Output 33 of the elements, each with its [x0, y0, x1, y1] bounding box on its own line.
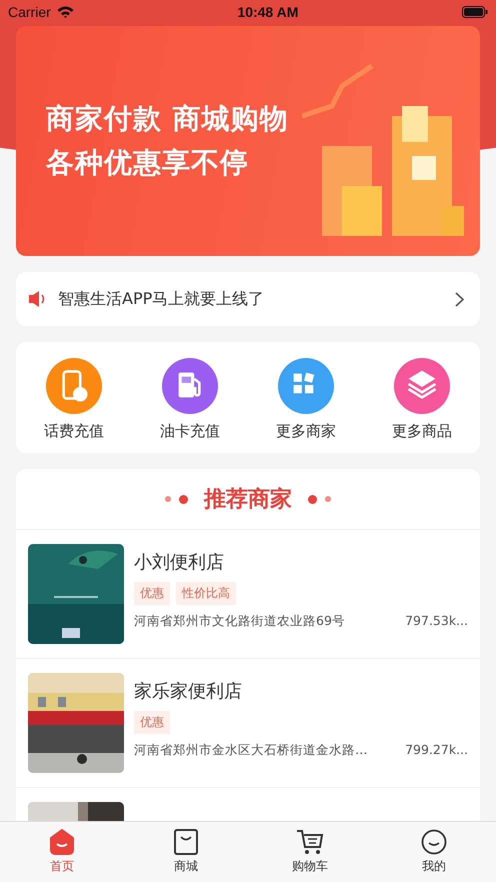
home-icon [49, 829, 75, 855]
bag-icon [173, 829, 199, 855]
section-title: 推荐商家 [204, 486, 292, 514]
battery-icon [462, 6, 488, 18]
store-address: 河南省郑州市文化路街道农业路69号 [134, 613, 345, 630]
store-name[interactable]: 家乐家便利店 [134, 679, 468, 703]
banner-headline: 商家付款 商城购物 [46, 101, 289, 137]
store-tag: 优惠 [134, 711, 170, 734]
smiley-icon [421, 829, 447, 855]
status-time: 10:48 AM [237, 4, 298, 20]
shortcut-button[interactable]: 更多商品 [364, 358, 480, 441]
store-tag: 性价比高 [176, 582, 236, 605]
tab-bar-item[interactable]: 首页 [0, 822, 124, 882]
store-distance: 799.27k... [405, 742, 468, 759]
carrier-label: Carrier [8, 4, 51, 20]
wifi-icon [56, 6, 74, 18]
chevron-right-icon[interactable] [455, 292, 464, 306]
decor-dot [308, 494, 317, 504]
store-distance: 797.53k... [405, 613, 468, 630]
decor-dot [179, 494, 188, 504]
tab-bar-item[interactable]: 商城 [124, 822, 248, 882]
shortcut-button[interactable]: 更多商家 [248, 358, 364, 441]
decor-dot [325, 496, 331, 502]
cart-icon [296, 829, 324, 855]
store-tag: 优惠 [134, 582, 170, 605]
shortcut-button[interactable]: 话费充值 [16, 358, 132, 441]
decor-dot [165, 496, 171, 502]
store-address: 河南省郑州市金水区大石桥街道金水路… [134, 742, 368, 759]
shortcut-button[interactable]: 油卡充值 [132, 358, 248, 441]
tab-bar-item[interactable]: 购物车 [248, 822, 372, 882]
tab-bar-item[interactable]: 我的 [372, 822, 496, 882]
banner-headline: 各种优惠享不停 [46, 145, 249, 181]
store-name[interactable]: 小刘便利店 [134, 550, 468, 574]
